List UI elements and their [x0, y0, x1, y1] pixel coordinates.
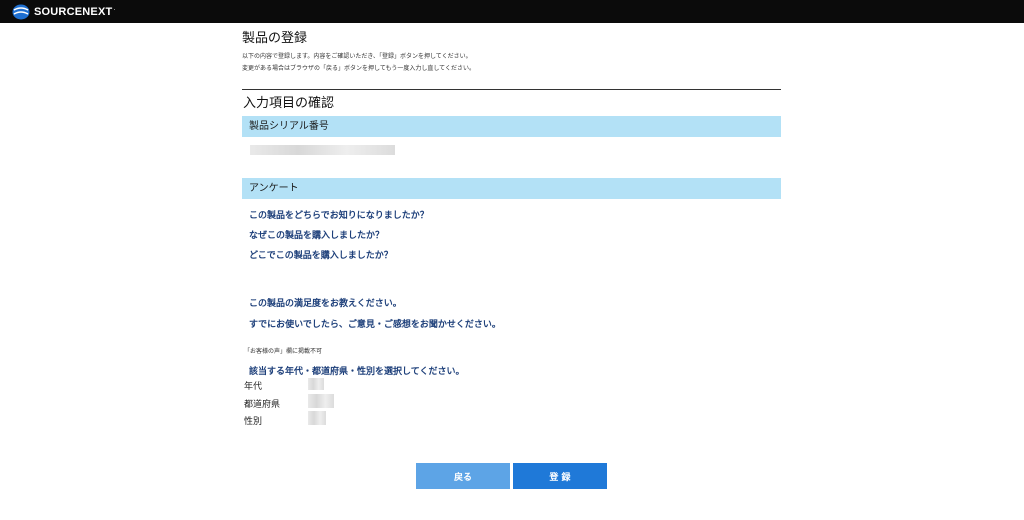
main-content: 製品の登録 以下の内容で登録します。内容をご確認いただき、「登録」ボタンを押して…	[242, 30, 781, 427]
instructions: 以下の内容で登録します。内容をご確認いただき、「登録」ボタンを押してください。 …	[242, 52, 781, 76]
prefecture-value	[308, 394, 334, 408]
age-value	[308, 378, 324, 390]
survey-question-3: どこでこの製品を購入しましたか？	[249, 251, 393, 261]
brand-mark: .	[113, 5, 116, 12]
demographics-question: 該当する年代・都道府県・性別を選択してください。	[249, 367, 465, 377]
survey-question-4: この製品の満足度をお教えください。	[249, 299, 402, 309]
page-title: 製品の登録	[242, 31, 308, 46]
sourcenext-logo-icon	[12, 4, 30, 19]
back-button[interactable]: 戻る	[416, 463, 510, 489]
age-label: 年代	[244, 382, 263, 392]
instruction-line-2: 変更がある場合はブラウザの「戻る」ボタンを押してもう一度入力し直してください。	[242, 65, 475, 72]
gender-label: 性別	[244, 417, 263, 427]
instruction-line-1: 以下の内容で登録します。内容をご確認いただき、「登録」ボタンを押してください。	[242, 53, 472, 60]
serial-number-value	[250, 145, 395, 155]
gender-value	[308, 411, 326, 425]
survey-question-2: なぜこの製品を購入しましたか？	[249, 231, 385, 241]
survey-question-1: この製品をどちらでお知りになりましたか？	[249, 211, 429, 221]
survey-section-header: アンケート	[242, 178, 781, 199]
serial-section-header: 製品シリアル番号	[242, 116, 781, 137]
register-button[interactable]: 登 録	[513, 463, 607, 489]
section-divider	[242, 89, 781, 90]
survey-question-5: すでにお使いでしたら、ご意見・ご感想をお聞かせください。	[249, 320, 501, 330]
brand-name: SOURCENEXT	[34, 5, 113, 18]
top-bar: SOURCENEXT .	[0, 0, 1024, 23]
section-title: 入力項目の確認	[243, 96, 335, 111]
prefecture-label: 都道府県	[244, 400, 281, 410]
publication-note: 「お客様の声」欄に掲載不可	[244, 348, 323, 355]
sourcenext-logo[interactable]: SOURCENEXT .	[12, 4, 115, 20]
